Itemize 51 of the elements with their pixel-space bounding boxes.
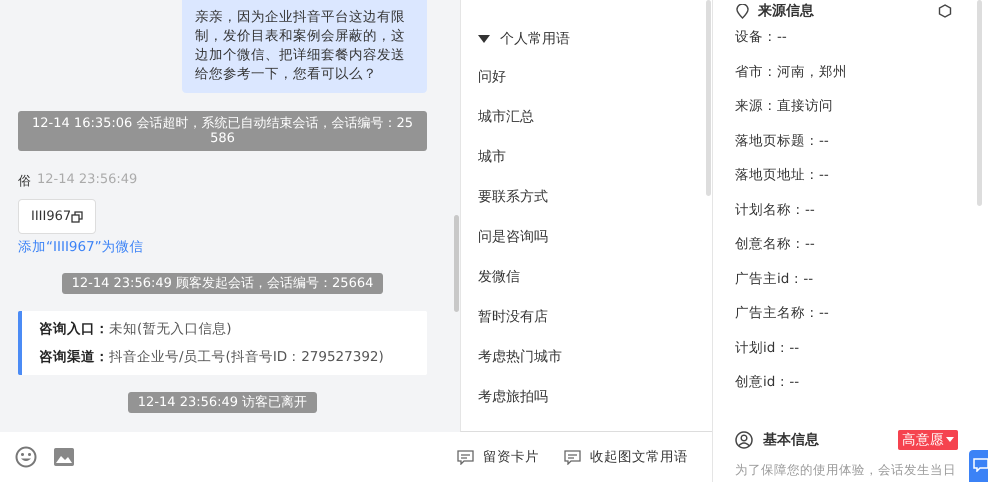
sender-name: 俗 bbox=[18, 173, 31, 190]
group-title[interactable]: 个人常用语 bbox=[500, 30, 570, 48]
info-field: 计划名称：-- bbox=[735, 192, 988, 227]
section-title: 来源信息 bbox=[758, 4, 814, 18]
system-message: 12-14 23:56:49 顾客发起会话，会话编号：25664 bbox=[62, 273, 384, 294]
caret-down-icon bbox=[946, 437, 954, 442]
emoji-icon[interactable] bbox=[15, 446, 37, 468]
system-message: 12-14 23:56:49 访客已离开 bbox=[128, 392, 318, 413]
user-icon bbox=[735, 430, 753, 448]
scrollbar[interactable] bbox=[454, 215, 459, 312]
quick-reply-item[interactable]: 考虑热门城市 bbox=[478, 337, 712, 377]
info-field: 落地页地址：-- bbox=[735, 158, 988, 192]
info-field: 创意id：-- bbox=[735, 365, 988, 400]
quick-reply-item[interactable]: 考虑旅拍吗 bbox=[478, 377, 712, 417]
message-time: 12-14 23:56:49 bbox=[37, 172, 138, 189]
info-field: 省市：河南，郑州 bbox=[735, 54, 988, 89]
message-icon bbox=[457, 450, 474, 464]
info-field: 设备：-- bbox=[735, 20, 988, 54]
info-field: 广告主id：-- bbox=[735, 262, 988, 296]
info-field: 计划id：-- bbox=[735, 330, 988, 365]
scrollbar[interactable] bbox=[706, 0, 711, 196]
toolbar-button[interactable]: 留资卡片 bbox=[457, 448, 539, 466]
quick-reply-item[interactable]: 发微信 bbox=[478, 257, 712, 297]
hexagon-icon[interactable] bbox=[938, 4, 952, 18]
quick-reply-item[interactable]: 要联系方式 bbox=[478, 177, 712, 217]
message-icon bbox=[564, 450, 581, 464]
location-icon bbox=[735, 4, 750, 18]
info-row-text: 咨询入口：未知(暂无入口信息) bbox=[39, 320, 233, 338]
chat-float-button[interactable] bbox=[969, 450, 988, 482]
notice-text: 为了保障您的使用体验，会话发生当日 bbox=[735, 462, 956, 478]
info-field: 落地页标题：-- bbox=[735, 124, 988, 158]
contact-id: IIII967 bbox=[31, 209, 72, 224]
system-message: 12-14 16:35:06 会话超时，系统已自动结束会话，会话编号：25586 bbox=[18, 111, 427, 151]
message-bubble: 亲亲，因为企业抖音平台这边有限制，发价目表和案例会屏蔽的，这边加个微信、把详细套餐内容发送给您参考一下，您看可以么？ bbox=[182, 0, 427, 93]
message-icon bbox=[973, 458, 988, 472]
toolbar-button[interactable]: 收起图文常用语 bbox=[564, 448, 688, 466]
info-field: 广告主名称：-- bbox=[735, 296, 988, 330]
scrollbar[interactable] bbox=[977, 0, 982, 206]
quick-reply-item[interactable]: 城市 bbox=[478, 137, 712, 177]
image-icon[interactable] bbox=[53, 446, 75, 468]
copy-icon[interactable] bbox=[71, 210, 84, 222]
quick-reply-item[interactable]: 问是咨询吗 bbox=[478, 217, 712, 257]
info-field: 创意名称：-- bbox=[735, 227, 988, 262]
section-title: 基本信息 bbox=[763, 430, 819, 448]
quick-reply-item[interactable]: 暂时没有店 bbox=[478, 297, 712, 337]
info-row-text: 咨询渠道：抖音企业号/员工号(抖音号ID：279527392) bbox=[39, 348, 385, 366]
info-field: 来源：直接访问 bbox=[735, 89, 988, 124]
quick-reply-item[interactable]: 问好 bbox=[478, 57, 712, 97]
caret-down-icon[interactable] bbox=[478, 35, 490, 43]
quick-reply-item[interactable]: 城市汇总 bbox=[478, 97, 712, 137]
intent-tag[interactable]: 高意愿 bbox=[898, 430, 958, 450]
